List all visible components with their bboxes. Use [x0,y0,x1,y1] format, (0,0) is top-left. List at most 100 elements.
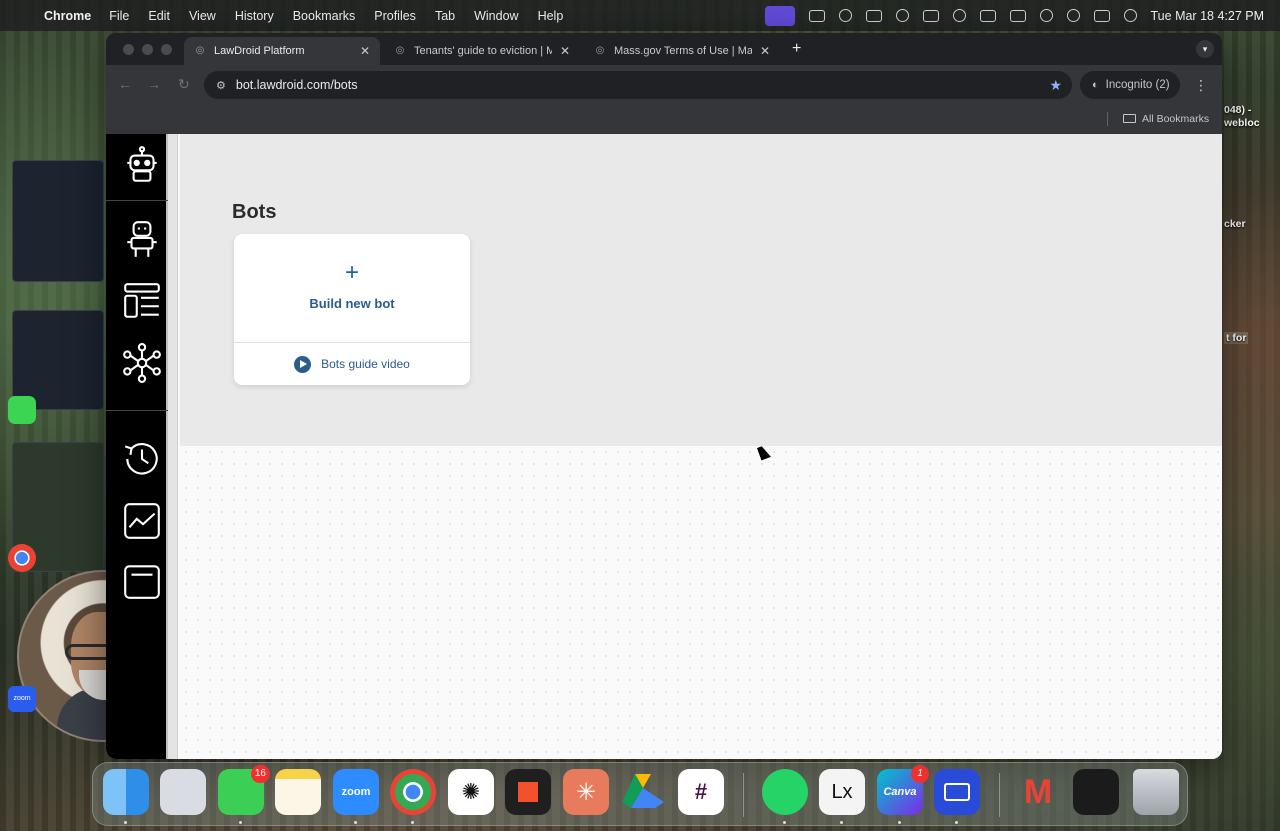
canva-icon[interactable]: Canva 1 [877,765,929,815]
whatsapp-icon[interactable] [762,769,808,815]
window-controls [123,44,172,55]
incognito-button[interactable]: ◐ Incognito (2) [1080,71,1180,99]
messages-icon[interactable]: 16 [218,765,270,815]
document-icon[interactable] [1073,769,1119,815]
sidebar-item-network[interactable] [119,340,165,386]
battery-icon[interactable] [1009,9,1026,22]
sidebar-item-more[interactable] [119,558,165,604]
minimize-window-button[interactable] [142,44,153,55]
browser-window: ◎ LawDroid Platform ✕ ◎ Tenants' guide t… [106,33,1222,759]
spotlight-icon[interactable] [1066,9,1080,22]
url-text[interactable]: bot.lawdroid.com/bots [236,78,358,92]
zoom-icon[interactable]: zoom [333,769,379,815]
running-indicator [411,821,414,824]
gmail-icon[interactable]: M [1015,769,1061,815]
printer-icon[interactable] [934,769,980,815]
close-tab-icon[interactable]: ✕ [560,44,570,58]
menu-window[interactable]: Window [474,9,518,23]
menu-help[interactable]: Help [538,9,564,23]
browser-toolbar: ← → ↻ ⚙ bot.lawdroid.com/bots ★ ◐ Incogn… [106,65,1222,105]
close-tab-icon[interactable]: ✕ [760,44,770,58]
play-icon[interactable] [952,9,966,22]
chrome-icon[interactable] [390,769,436,815]
desktop-file-label: webloc [1224,117,1260,129]
network-icon [123,343,161,383]
zoom-mini-icon[interactable]: zoom [8,686,36,712]
bots-icon [127,221,157,257]
sidebar-item-templates[interactable] [119,278,165,324]
desktop-window-thumbnail[interactable] [12,160,104,282]
cloud-icon[interactable] [838,9,852,22]
bookmark-star-icon[interactable]: ★ [1049,77,1062,94]
forward-icon[interactable]: → [147,76,161,92]
chrome-menu-icon[interactable]: ⋮ [1194,77,1208,94]
close-tab-icon[interactable]: ✕ [360,44,370,58]
google-drive-icon[interactable] [620,769,666,815]
notes-icon[interactable] [275,769,321,815]
sidebar-divider [106,200,168,201]
lx-icon[interactable]: Lx [819,769,865,815]
openai-icon[interactable] [895,9,909,22]
plus-icon: + [344,259,359,286]
canvas-area [180,446,1222,759]
bots-guide-video-label: Bots guide video [321,357,410,371]
all-bookmarks-button[interactable]: All Bookmarks [1123,113,1209,125]
menu-bookmarks[interactable]: Bookmarks [293,9,356,23]
menu-profiles[interactable]: Profiles [374,9,416,23]
build-bot-card: + Build new bot Bots guide video [234,234,470,385]
menu-app-name[interactable]: Chrome [44,9,91,23]
menu-edit[interactable]: Edit [148,9,170,23]
build-new-bot-button[interactable]: + Build new bot [234,234,470,342]
finder-icon[interactable] [103,769,149,815]
bots-guide-video-link[interactable]: Bots guide video [234,343,470,385]
back-icon[interactable]: ← [118,76,132,92]
tab-label: Mass.gov Terms of Use | Mas [614,45,752,57]
lx-icon[interactable] [922,9,939,22]
messages-mini-icon[interactable] [8,396,36,424]
sidebar-item-history[interactable] [119,436,165,482]
desktop-window-thumbnail[interactable] [12,310,104,410]
logo-robot-icon[interactable] [119,142,165,188]
desktop-file-label: 048) - [1224,104,1252,116]
chatgpt-icon[interactable]: ✺ [448,769,494,815]
tab-tenants-guide[interactable]: ◎ Tenants' guide to eviction | M ✕ [384,37,580,65]
sidebar-item-bots[interactable] [119,216,165,262]
close-window-button[interactable] [123,44,134,55]
build-new-bot-label: Build new bot [309,296,395,311]
pen-icon[interactable] [808,9,825,22]
sidebar-scrollbar[interactable] [168,134,178,759]
chrome-mini-icon[interactable] [8,544,36,572]
play-icon [294,355,312,373]
printer-icon[interactable] [865,9,882,22]
menu-file[interactable]: File [109,9,129,23]
control-center-icon[interactable] [1093,9,1110,22]
screen-share-icon[interactable] [764,5,795,26]
claude-icon[interactable]: ✳ [563,769,609,815]
tab-label: Tenants' guide to eviction | M [414,45,552,57]
address-bar[interactable]: ⚙ bot.lawdroid.com/bots ★ [204,71,1072,99]
menu-view[interactable]: View [189,9,216,23]
tab-lawdroid[interactable]: ◎ LawDroid Platform ✕ [184,37,380,65]
menu-tab[interactable]: Tab [435,9,455,23]
sidebar-item-analytics[interactable] [119,498,165,544]
tab-mass-gov[interactable]: ◎ Mass.gov Terms of Use | Mas ✕ [584,37,780,65]
slack-icon[interactable]: # [678,769,724,815]
menu-history[interactable]: History [235,9,274,23]
new-tab-icon[interactable]: + [792,40,801,58]
scrivener-icon[interactable] [505,769,551,815]
site-info-icon[interactable]: ⚙ [216,79,226,92]
wifi-icon[interactable] [1039,9,1053,22]
siri-icon[interactable] [1123,9,1137,22]
trash-icon[interactable] [1133,769,1179,815]
folder-icon [1123,114,1136,123]
reload-icon[interactable]: ↻ [178,76,190,93]
tab-search-icon[interactable]: ▾ [1196,40,1214,58]
launchpad-icon[interactable] [160,769,206,815]
incognito-label: Incognito (2) [1105,79,1170,91]
clock[interactable]: Tue Mar 18 4:27 PM [1151,9,1264,23]
maximize-window-button[interactable] [161,44,172,55]
running-indicator [124,821,127,824]
app-sidebar [106,134,168,759]
running-indicator [955,821,958,824]
car-icon[interactable] [979,9,996,22]
